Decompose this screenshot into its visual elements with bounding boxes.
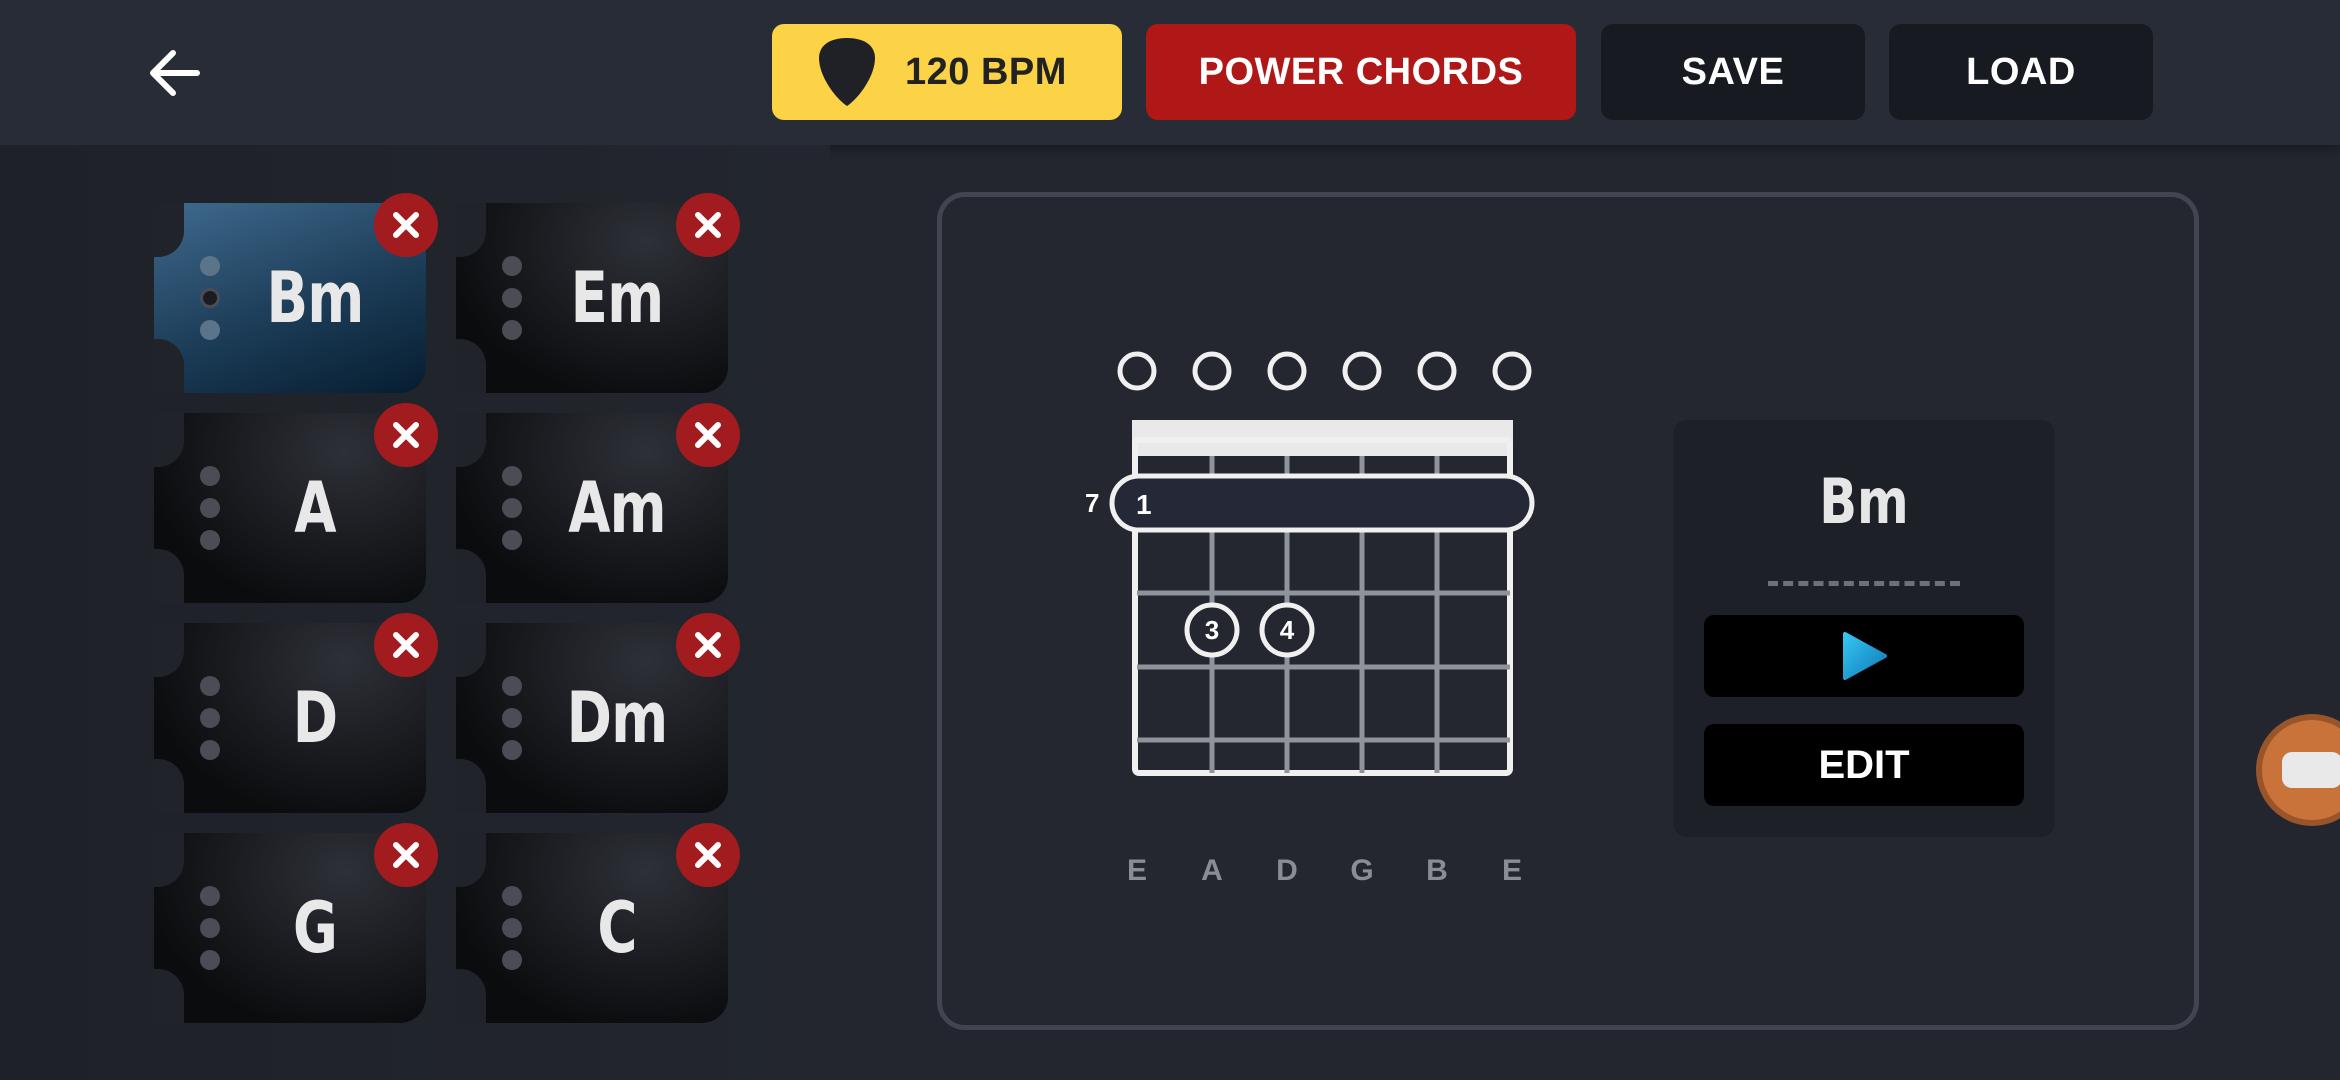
load-label: LOAD <box>1966 50 2076 93</box>
remove-chord-button[interactable] <box>374 193 438 257</box>
drag-handle[interactable] <box>501 676 523 760</box>
close-icon <box>393 422 419 448</box>
drag-handle[interactable] <box>501 256 523 340</box>
tile-notch <box>154 203 184 257</box>
string-name-label: E <box>1502 854 1522 887</box>
string-name-label: B <box>1426 854 1448 887</box>
top-bar: 120 BPM POWER CHORDS SAVE LOAD <box>0 0 2340 145</box>
string-name-label: E <box>1127 854 1147 887</box>
chord-tile[interactable]: C <box>456 823 740 1023</box>
chord-tile[interactable]: Am <box>456 403 740 603</box>
chord-tile[interactable]: Em <box>456 193 740 393</box>
tile-notch <box>456 549 486 603</box>
tile-notch <box>456 203 486 257</box>
tile-notch <box>456 969 486 1023</box>
drag-handle[interactable] <box>199 466 221 550</box>
remove-chord-button[interactable] <box>676 193 740 257</box>
chord-title: Bm <box>1819 465 1909 538</box>
fret-number: 7 <box>1085 488 1099 518</box>
remove-chord-button[interactable] <box>676 613 740 677</box>
guitar-pick-icon <box>819 38 875 106</box>
chord-tile[interactable]: G <box>154 823 438 1023</box>
string-name-label: A <box>1201 854 1223 887</box>
remove-chord-button[interactable] <box>374 403 438 467</box>
open-string-marker <box>1267 351 1307 391</box>
barre-finger-label: 1 <box>1136 489 1152 520</box>
close-icon <box>393 212 419 238</box>
chord-tile[interactable]: D <box>154 613 438 813</box>
string-name-label: G <box>1350 854 1373 887</box>
close-icon <box>695 212 721 238</box>
tile-notch <box>154 833 184 887</box>
back-button[interactable] <box>140 38 210 108</box>
tile-notch <box>154 759 184 813</box>
tile-notch <box>154 339 184 393</box>
open-string-marker <box>1117 351 1157 391</box>
tile-notch <box>154 549 184 603</box>
string-name-label: D <box>1276 854 1298 887</box>
open-string-marker <box>1342 351 1382 391</box>
drag-handle[interactable] <box>199 886 221 970</box>
close-icon <box>695 422 721 448</box>
save-label: SAVE <box>1681 50 1785 93</box>
tile-notch <box>154 969 184 1023</box>
power-chords-label: POWER CHORDS <box>1198 50 1524 93</box>
close-icon <box>695 632 721 658</box>
barre <box>1109 473 1535 533</box>
open-string-marker <box>1492 351 1532 391</box>
close-icon <box>393 842 419 868</box>
drag-handle[interactable] <box>199 676 221 760</box>
chord-tile[interactable]: Bm <box>154 193 438 393</box>
drag-handle[interactable] <box>501 886 523 970</box>
arrow-left-icon <box>150 50 200 96</box>
save-button[interactable]: SAVE <box>1601 24 1865 120</box>
drag-handle[interactable] <box>501 466 523 550</box>
tile-notch <box>456 623 486 677</box>
tile-notch <box>456 833 486 887</box>
bpm-button[interactable]: 120 BPM <box>772 24 1122 120</box>
edit-label: EDIT <box>1818 742 1910 787</box>
tile-notch <box>456 339 486 393</box>
open-string-marker <box>1192 351 1232 391</box>
drag-handle[interactable] <box>199 256 221 340</box>
open-string-marker <box>1417 351 1457 391</box>
tile-notch <box>456 759 486 813</box>
remove-chord-button[interactable] <box>374 823 438 887</box>
play-button[interactable] <box>1704 615 2024 697</box>
chord-tile[interactable]: A <box>154 403 438 603</box>
close-icon <box>695 842 721 868</box>
tile-notch <box>154 413 184 467</box>
remove-chord-button[interactable] <box>676 403 740 467</box>
floating-camera-button[interactable] <box>2262 720 2340 820</box>
close-icon <box>393 632 419 658</box>
edit-button[interactable]: EDIT <box>1704 724 2024 806</box>
remove-chord-button[interactable] <box>676 823 740 887</box>
remove-chord-button[interactable] <box>374 613 438 677</box>
camera-icon <box>2282 752 2340 788</box>
chord-info-card: Bm EDIT <box>1673 420 2055 837</box>
chord-divider <box>1768 581 1960 586</box>
play-icon <box>1843 632 1887 680</box>
tile-notch <box>456 413 486 467</box>
load-button[interactable]: LOAD <box>1889 24 2153 120</box>
chord-diagram: 1 7 3 4 E A D G B E <box>1085 351 1535 887</box>
tile-notch <box>154 623 184 677</box>
power-chords-button[interactable]: POWER CHORDS <box>1146 24 1576 120</box>
finger-label: 4 <box>1280 615 1295 645</box>
bpm-label: 120 BPM <box>905 50 1067 93</box>
chord-tile[interactable]: Dm <box>456 613 740 813</box>
finger-label: 3 <box>1205 615 1219 645</box>
